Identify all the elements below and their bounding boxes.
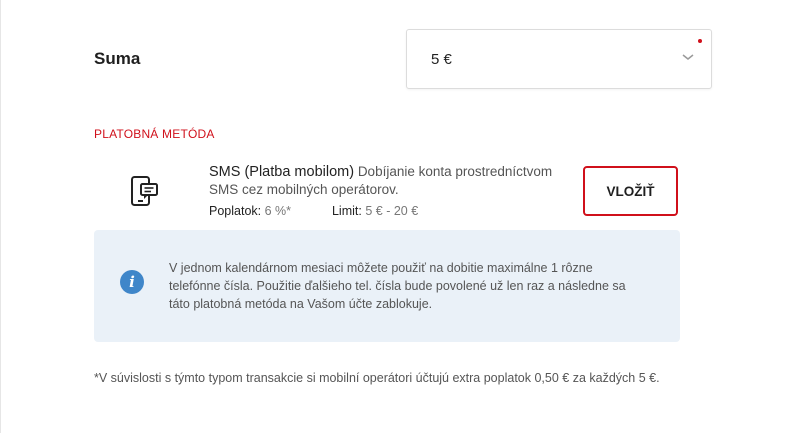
payment-method-name: SMS (Platba mobilom)	[209, 164, 355, 180]
limit-value: 5 € - 20 €	[365, 204, 419, 218]
payment-method-title: PLATOBNÁ METÓDA	[94, 127, 215, 141]
limit-label: Limit:	[331, 204, 362, 218]
fee-label: Poplatok:	[209, 204, 262, 218]
amount-select[interactable]: 5 €	[406, 29, 712, 89]
deposit-button[interactable]: VLOŽIŤ	[583, 166, 678, 216]
amount-label: Suma	[94, 49, 141, 68]
payment-method-info: SMS (Platba mobilom) Dobíjanie konta pro…	[209, 163, 559, 199]
mobile-sms-icon	[131, 176, 158, 206]
info-text: V jednom kalendárnom mesiaci môžete použ…	[169, 261, 626, 311]
info-icon: i	[120, 270, 144, 294]
info-box: i V jednom kalendárnom mesiaci môžete po…	[94, 230, 680, 342]
required-indicator	[698, 39, 702, 43]
fee-value: 6 %*	[264, 204, 292, 218]
payment-method-meta: Poplatok: 6 %* Limit: 5 € - 20 €	[209, 204, 418, 218]
chevron-down-icon	[682, 54, 694, 60]
amount-selected-value: 5 €	[431, 51, 452, 68]
page-left-border	[0, 0, 1, 433]
footnote: *V súvislosti s týmto typom transakcie s…	[94, 371, 660, 385]
